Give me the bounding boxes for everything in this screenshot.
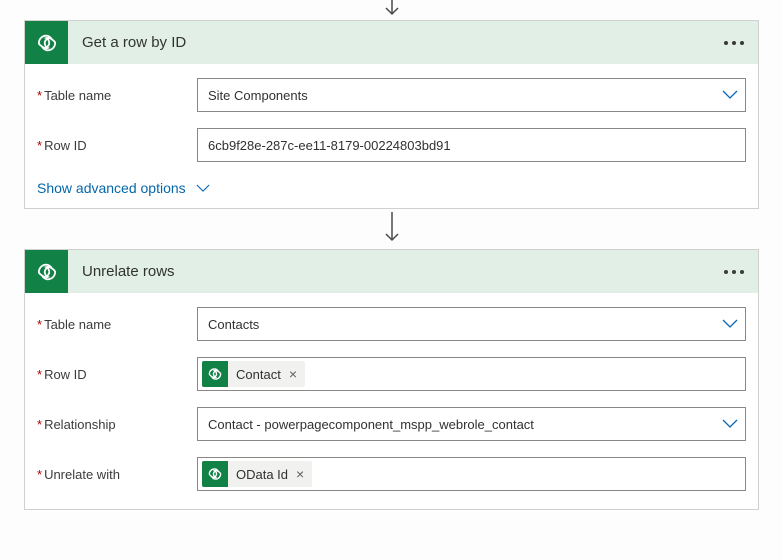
table-name-label: *Table name xyxy=(37,317,197,332)
card-menu-button[interactable] xyxy=(724,270,744,274)
table-name-value: Contacts xyxy=(208,317,721,332)
card-title: Unrelate rows xyxy=(68,263,724,280)
relationship-value: Contact - powerpagecomponent_mspp_webrol… xyxy=(208,417,721,432)
table-name-label: *Table name xyxy=(37,88,197,103)
dynamic-content-token-contact[interactable]: Contact × xyxy=(202,361,305,387)
relationship-dropdown[interactable]: Contact - powerpagecomponent_mspp_webrol… xyxy=(197,407,746,441)
token-remove-icon[interactable]: × xyxy=(294,467,312,481)
flow-arrow-top xyxy=(24,0,759,20)
table-name-dropdown[interactable]: Contacts xyxy=(197,307,746,341)
token-remove-icon[interactable]: × xyxy=(287,367,305,381)
row-id-input[interactable]: Contact × xyxy=(197,357,746,391)
action-card-unrelate-rows[interactable]: Unrelate rows *Table name Contacts *Row … xyxy=(24,249,759,510)
card-menu-button[interactable] xyxy=(724,41,744,45)
row-id-value: 6cb9f28e-287c-ee11-8179-00224803bd91 xyxy=(208,138,739,153)
unrelate-with-input[interactable]: OData Id × xyxy=(197,457,746,491)
token-label: OData Id xyxy=(228,467,294,482)
chevron-down-icon xyxy=(196,180,210,196)
relationship-label: *Relationship xyxy=(37,417,197,432)
unrelate-with-label: *Unrelate with xyxy=(37,467,197,482)
card-header[interactable]: Get a row by ID xyxy=(25,21,758,64)
row-id-input[interactable]: 6cb9f28e-287c-ee11-8179-00224803bd91 xyxy=(197,128,746,162)
token-label: Contact xyxy=(228,367,287,382)
card-title: Get a row by ID xyxy=(68,34,724,51)
dynamic-content-token-odata-id[interactable]: OData Id × xyxy=(202,461,312,487)
dataverse-icon xyxy=(25,250,68,293)
chevron-down-icon xyxy=(721,315,739,333)
dataverse-icon xyxy=(202,461,228,487)
flow-arrow xyxy=(24,209,759,249)
table-name-value: Site Components xyxy=(208,88,721,103)
chevron-down-icon xyxy=(721,86,739,104)
dataverse-icon xyxy=(25,21,68,64)
table-name-dropdown[interactable]: Site Components xyxy=(197,78,746,112)
card-header[interactable]: Unrelate rows xyxy=(25,250,758,293)
row-id-label: *Row ID xyxy=(37,367,197,382)
dataverse-icon xyxy=(202,361,228,387)
show-advanced-options-link[interactable]: Show advanced options xyxy=(37,180,746,196)
chevron-down-icon xyxy=(721,415,739,433)
row-id-label: *Row ID xyxy=(37,138,197,153)
action-card-get-row-by-id[interactable]: Get a row by ID *Table name Site Compone… xyxy=(24,20,759,209)
